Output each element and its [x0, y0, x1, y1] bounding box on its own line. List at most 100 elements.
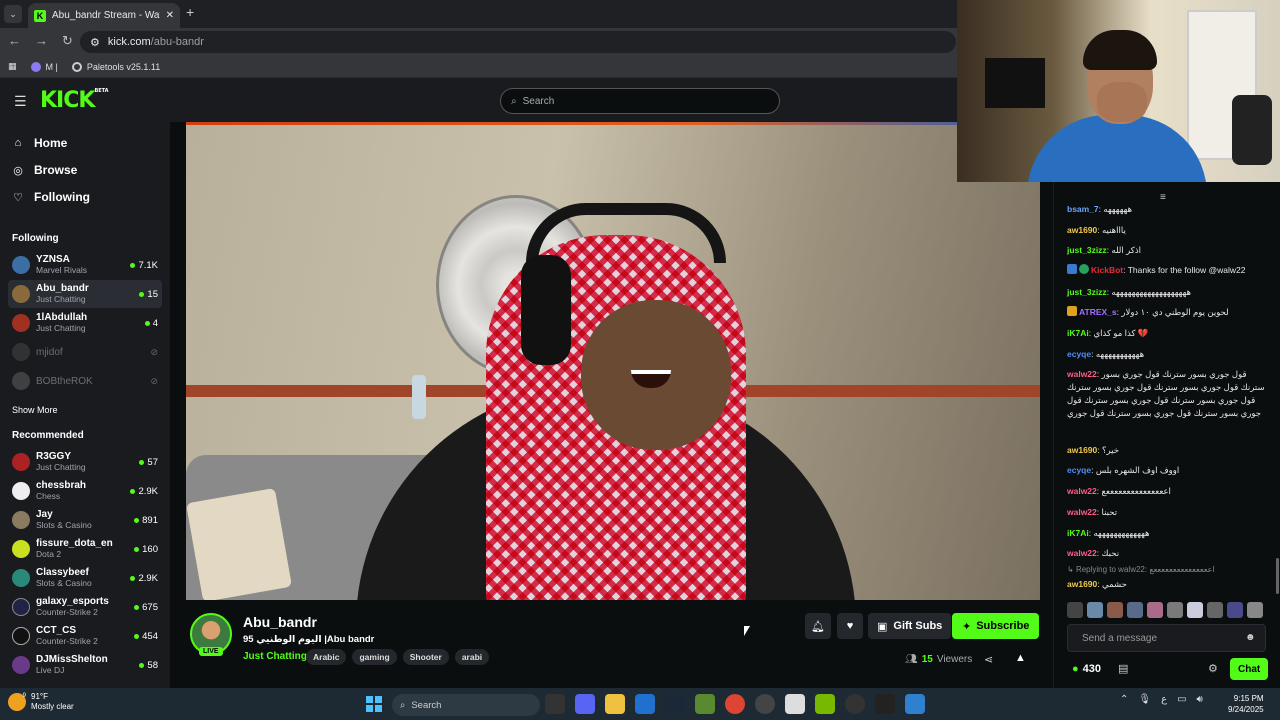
url-field[interactable]: ⚙ kick.com/abu-bandr: [80, 31, 956, 53]
sidebar-channel-classybeef[interactable]: Classybeef Slots & Casino 2.9K: [8, 564, 162, 592]
sidebar-channel-galaxy-esports[interactable]: galaxy_esports Counter-Strike 2 675: [8, 593, 162, 621]
tag[interactable]: Arabic: [306, 649, 347, 665]
chat-scrollbar[interactable]: [1276, 558, 1279, 594]
chat-username[interactable]: walw22: [1067, 507, 1097, 517]
file-explorer-icon[interactable]: [605, 694, 625, 714]
gear-icon[interactable]: ⚙: [1208, 662, 1218, 675]
language-indicator[interactable]: ع: [1161, 694, 1167, 705]
sidebar-channel-r3ggy[interactable]: R3GGY Just Chatting 57: [8, 448, 162, 476]
notepad-icon[interactable]: [785, 694, 805, 714]
store-icon[interactable]: ▤: [1118, 662, 1128, 675]
search-input[interactable]: ⌕ Search: [500, 88, 780, 114]
chat-username[interactable]: iK7Ai: [1067, 328, 1089, 338]
avatar[interactable]: [1247, 602, 1263, 618]
chat-username[interactable]: aw1690: [1067, 579, 1097, 589]
sidebar-channel-abu-bandr[interactable]: Abu_bandr Just Chatting 15: [8, 280, 162, 308]
sidebar-channel-bobtherok[interactable]: BOBtheROK ⊘: [8, 367, 162, 395]
show-more-link[interactable]: Show More: [12, 405, 58, 415]
chat-username[interactable]: ecyqe: [1067, 349, 1091, 359]
terminal-icon[interactable]: [875, 694, 895, 714]
menu-icon[interactable]: ☰: [14, 93, 27, 110]
sidebar-channel-cct-cs[interactable]: CCT_CS Counter-Strike 2 454: [8, 622, 162, 650]
obs-icon[interactable]: [845, 694, 865, 714]
bookmark-paletools[interactable]: Paletools v25.1.11: [71, 61, 160, 72]
chat-username[interactable]: aw1690: [1067, 225, 1097, 235]
notification-bell-button[interactable]: 🔔︎: [805, 613, 831, 639]
chat-send-button[interactable]: Chat: [1230, 658, 1269, 680]
browser-tab[interactable]: K Abu_bandr Stream - Watch Live ✕: [28, 3, 180, 28]
chrome-icon[interactable]: [725, 694, 745, 714]
reload-icon[interactable]: ↻: [62, 33, 73, 49]
weather-widget[interactable]: 9 91°F Mostly clear: [8, 692, 74, 712]
avatar[interactable]: [1067, 602, 1083, 618]
chat-username[interactable]: iK7Ai: [1067, 528, 1089, 538]
avatar[interactable]: [1087, 602, 1103, 618]
stream-category-link[interactable]: Just Chatting: [243, 651, 307, 662]
chat-filter-icon[interactable]: ≡: [1160, 192, 1166, 203]
chat-username[interactable]: bsam_7: [1067, 204, 1099, 214]
tag[interactable]: gaming: [352, 649, 397, 665]
sidebar-home[interactable]: ⌂ Home: [12, 136, 68, 150]
chat-username[interactable]: walw22: [1067, 548, 1097, 558]
steam-icon[interactable]: [665, 694, 685, 714]
tab-search-icon[interactable]: ⌄: [4, 5, 22, 23]
sidebar-channel-jay[interactable]: Jay Slots & Casino 891: [8, 506, 162, 534]
channel-points[interactable]: ● 430: [1072, 663, 1101, 675]
chat-username[interactable]: just_3zizz: [1067, 245, 1107, 255]
avatar[interactable]: [1127, 602, 1143, 618]
avatar[interactable]: [1227, 602, 1243, 618]
avatar[interactable]: [1207, 602, 1223, 618]
sidebar-channel-yznsa[interactable]: YZNSA Marvel Rivals 7.1K: [8, 251, 162, 279]
sidebar-following[interactable]: ♡ Following: [12, 190, 90, 204]
chat-username[interactable]: just_3zizz: [1067, 287, 1107, 297]
avatar[interactable]: [1187, 602, 1203, 618]
share-icon[interactable]: ⋖: [984, 653, 993, 666]
chat-username[interactable]: ATREX_s: [1079, 307, 1117, 317]
apps-grid-icon[interactable]: ▦: [8, 61, 17, 72]
site-info-icon[interactable]: ⚙: [90, 36, 100, 49]
chat-username[interactable]: KickBot: [1091, 265, 1123, 275]
avatar[interactable]: [1147, 602, 1163, 618]
chevron-up-icon[interactable]: ⌃: [1120, 694, 1128, 705]
windows-start-icon[interactable]: [366, 696, 382, 712]
chat-username[interactable]: aw1690: [1067, 445, 1097, 455]
video-player[interactable]: [186, 122, 1040, 600]
volume-icon[interactable]: 🔊︎: [1197, 694, 1203, 705]
report-icon[interactable]: ▲: [1015, 652, 1026, 664]
chat-username[interactable]: ecyqe: [1067, 465, 1091, 475]
forward-icon[interactable]: →: [35, 33, 48, 49]
new-tab-icon[interactable]: +: [186, 4, 194, 20]
kick-logo[interactable]: KICKBETA: [40, 88, 109, 113]
minecraft-icon[interactable]: [695, 694, 715, 714]
gift-subs-button[interactable]: ▣ Gift Subs: [868, 613, 952, 639]
back-icon[interactable]: ←: [8, 33, 21, 49]
sidebar-browse[interactable]: ◎ Browse: [12, 163, 77, 177]
bookmark-m[interactable]: M |: [30, 61, 58, 72]
avatar[interactable]: [1167, 602, 1183, 618]
shield-icon[interactable]: [905, 694, 925, 714]
close-tab-icon[interactable]: ✕: [166, 10, 174, 21]
chat-message-input[interactable]: Send a message: [1067, 624, 1266, 652]
streamer-name[interactable]: Abu_bandr: [243, 614, 317, 630]
sidebar-channel-fissure-dota-en[interactable]: fissure_dota_en Dota 2 160: [8, 535, 162, 563]
store-app-icon[interactable]: [635, 694, 655, 714]
tag[interactable]: Shooter: [402, 649, 449, 665]
emote-icon[interactable]: ☻: [1245, 632, 1256, 643]
taskbar-clock[interactable]: 9:15 PM 9/24/2025: [1228, 693, 1264, 715]
nvidia-icon[interactable]: [815, 694, 835, 714]
chat-username[interactable]: walw22: [1067, 369, 1097, 379]
taskbar-search[interactable]: ⌕ Search: [392, 694, 540, 716]
follow-button[interactable]: ♥: [837, 613, 863, 639]
settings-app-icon[interactable]: [755, 694, 775, 714]
sidebar-channel-1labdullah[interactable]: 1lAbdullah Just Chatting 4: [8, 309, 162, 337]
tag[interactable]: arabi: [454, 649, 490, 665]
microphone-icon[interactable]: 🎙︎: [1138, 694, 1151, 705]
sidebar-channel-mjidof[interactable]: mjidof ⊘: [8, 338, 162, 366]
network-icon[interactable]: ▭: [1177, 694, 1186, 705]
sidebar-channel-djmissshelton[interactable]: DJMissShelton Live DJ 58: [8, 651, 162, 679]
discord-icon[interactable]: [575, 694, 595, 714]
avatar[interactable]: [1107, 602, 1123, 618]
task-view-icon[interactable]: [545, 694, 565, 714]
sidebar-channel-chessbrah[interactable]: chessbrah Chess 2.9K: [8, 477, 162, 505]
chat-username[interactable]: walw22: [1067, 486, 1097, 496]
